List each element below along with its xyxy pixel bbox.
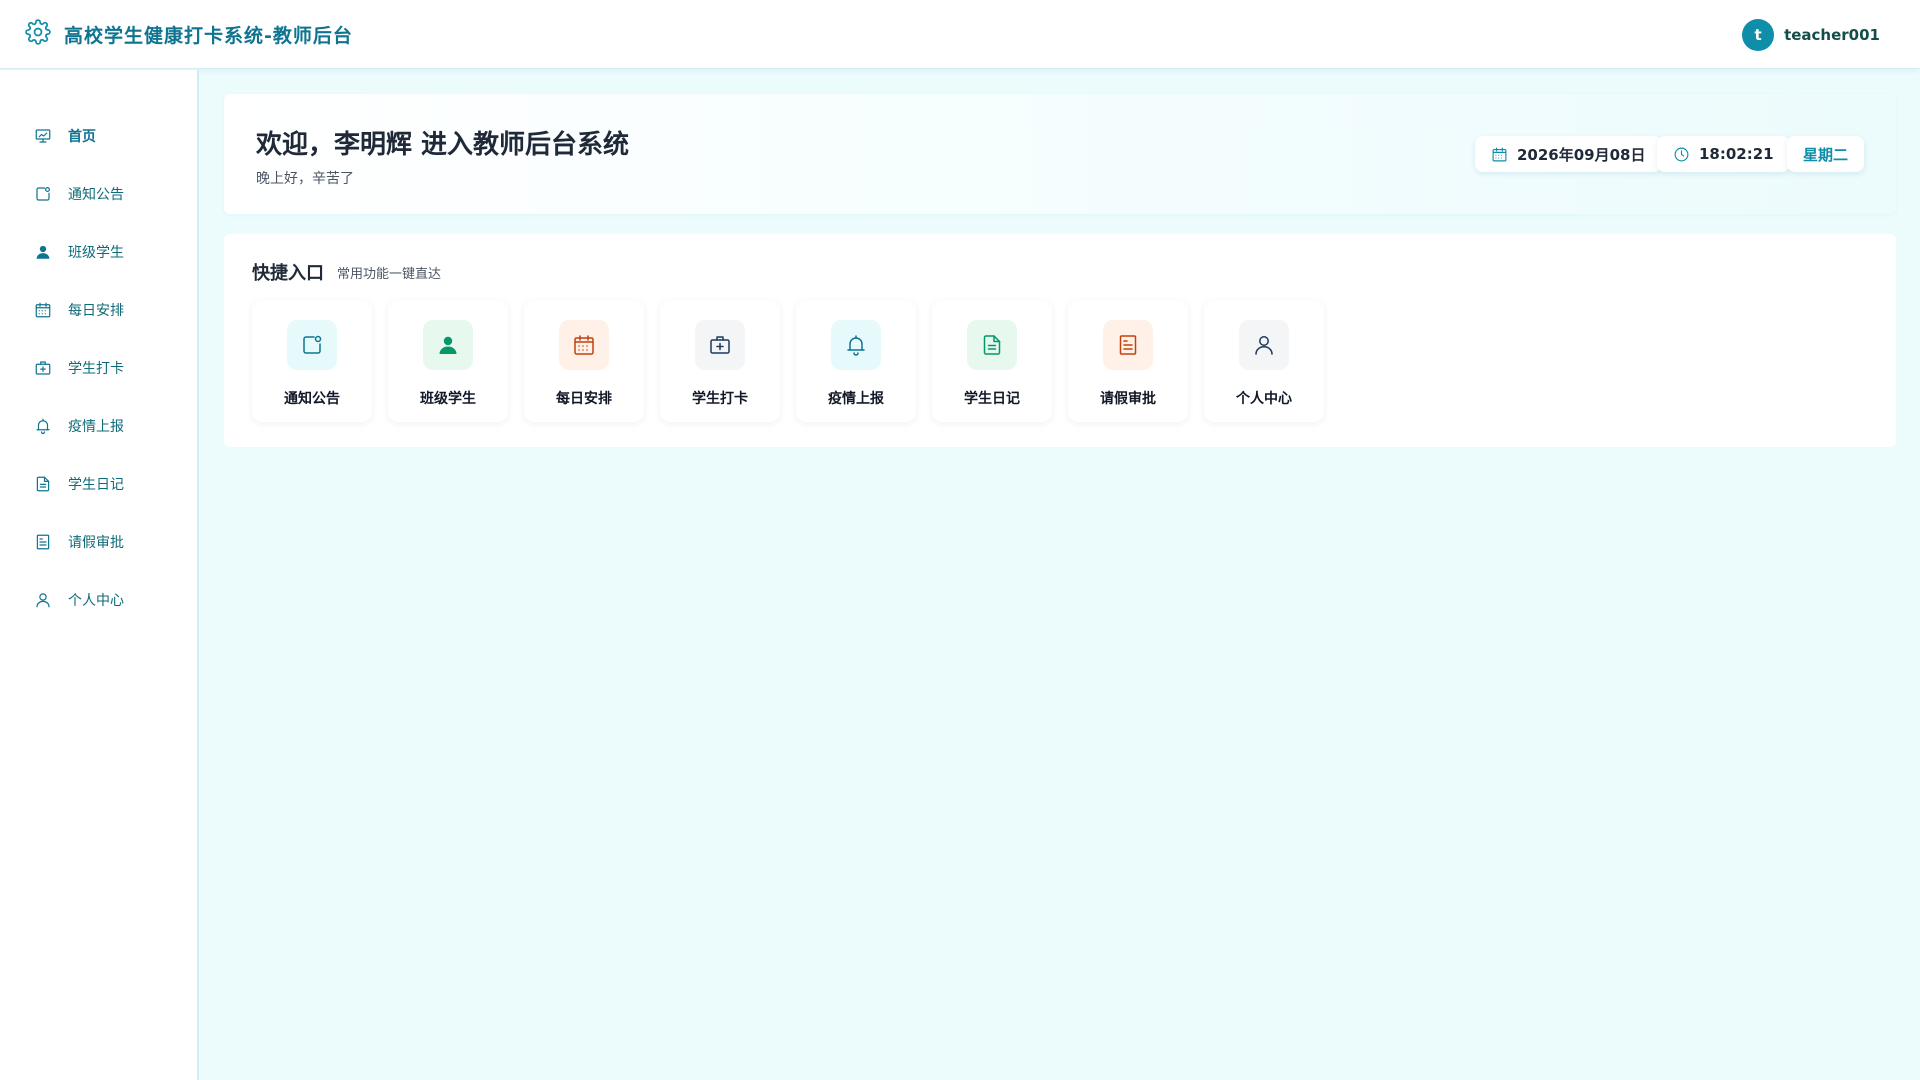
- quick-tile-label: 学生打卡: [692, 391, 748, 407]
- notice-icon: [34, 185, 52, 203]
- welcome-card: 欢迎，李明辉 进入教师后台系统 晚上好，辛苦了 2026年09月08日 18:0…: [224, 94, 1896, 214]
- sidebar-item-checkin[interactable]: 学生打卡: [0, 348, 197, 388]
- sidebar-item-schedule[interactable]: 每日安排: [0, 290, 197, 330]
- quick-tile-profile[interactable]: 个人中心: [1204, 300, 1324, 422]
- user-solid-icon: [34, 243, 52, 261]
- user-solid-icon: [423, 320, 473, 370]
- sidebar-item-label: 通知公告: [68, 187, 124, 203]
- quick-tile-students[interactable]: 班级学生: [388, 300, 508, 422]
- quick-tile-diary[interactable]: 学生日记: [932, 300, 1052, 422]
- bell-icon: [34, 417, 52, 435]
- username[interactable]: teacher001: [1784, 26, 1880, 44]
- first-aid-kit-icon: [695, 320, 745, 370]
- quick-tile-label: 每日安排: [556, 391, 612, 407]
- weekday-badge: 星期二: [1787, 136, 1865, 172]
- quick-tile-checkin[interactable]: 学生打卡: [660, 300, 780, 422]
- sidebar-item-label: 个人中心: [68, 593, 124, 609]
- quick-tile-schedule[interactable]: 每日安排: [524, 300, 644, 422]
- user-icon: [34, 591, 52, 609]
- sidebar-item-label: 学生日记: [68, 477, 124, 493]
- avatar[interactable]: t: [1742, 19, 1775, 51]
- weekday-text: 星期二: [1803, 145, 1849, 164]
- sidebar-item-profile[interactable]: 个人中心: [0, 580, 197, 620]
- sidebar-item-label: 班级学生: [68, 245, 124, 261]
- sidebar-item-notice[interactable]: 通知公告: [0, 174, 197, 214]
- sidebar-item-label: 每日安排: [68, 303, 124, 319]
- bell-icon: [831, 320, 881, 370]
- quick-tile-label: 疫情上报: [828, 391, 884, 407]
- sidebar-item-students[interactable]: 班级学生: [0, 232, 197, 272]
- sidebar-item-leave-approval[interactable]: 请假审批: [0, 522, 197, 562]
- time-badge: 18:02:21: [1657, 136, 1790, 172]
- date-text: 2026年09月08日: [1517, 145, 1646, 164]
- welcome-subtitle: 晚上好，辛苦了: [256, 171, 354, 187]
- document-icon: [967, 320, 1017, 370]
- quick-access-panel: 快捷入口 常用功能一键直达 通知公告 班级学生 每日安排 学生打卡 疫情上报 学…: [224, 234, 1896, 447]
- sidebar-item-label: 疫情上报: [68, 419, 124, 435]
- tickets-icon: [1103, 320, 1153, 370]
- sidebar-item-label: 学生打卡: [68, 361, 124, 377]
- tickets-icon: [34, 533, 52, 551]
- app-title: 高校学生健康打卡系统-教师后台: [64, 24, 353, 47]
- quick-tile-notice[interactable]: 通知公告: [252, 300, 372, 422]
- document-icon: [34, 475, 52, 493]
- quick-tile-label: 学生日记: [964, 391, 1020, 407]
- calendar-icon: [34, 301, 52, 319]
- user-menu[interactable]: t teacher001: [1742, 19, 1880, 51]
- quick-access-subtitle: 常用功能一键直达: [337, 267, 442, 282]
- sidebar-item-diary[interactable]: 学生日记: [0, 464, 197, 504]
- sidebar-item-epidemic-report[interactable]: 疫情上报: [0, 406, 197, 446]
- quick-tile-label: 个人中心: [1236, 391, 1292, 407]
- first-aid-kit-icon: [34, 359, 52, 377]
- user-icon: [1239, 320, 1289, 370]
- dashboard-icon: [34, 127, 52, 145]
- quick-tile-label: 班级学生: [420, 391, 476, 407]
- brand[interactable]: 高校学生健康打卡系统-教师后台: [25, 19, 353, 49]
- notice-icon: [287, 320, 337, 370]
- welcome-title: 欢迎，李明辉 进入教师后台系统: [256, 130, 630, 160]
- time-text: 18:02:21: [1699, 145, 1774, 163]
- quick-tile-label: 请假审批: [1100, 391, 1156, 407]
- sidebar: 首页 通知公告 班级学生 每日安排 学生打卡 疫情上报 学生日记 请假审批 个人…: [0, 70, 199, 1080]
- quick-tile-leave-approval[interactable]: 请假审批: [1068, 300, 1188, 422]
- date-badge: 2026年09月08日: [1475, 136, 1662, 172]
- quick-tile-epidemic-report[interactable]: 疫情上报: [796, 300, 916, 422]
- top-header: 高校学生健康打卡系统-教师后台 t teacher001: [0, 0, 1920, 69]
- quick-access-title: 快捷入口: [252, 263, 324, 284]
- calendar-icon: [559, 320, 609, 370]
- sidebar-item-home[interactable]: 首页: [0, 116, 197, 156]
- quick-tile-label: 通知公告: [284, 391, 340, 407]
- calendar-icon: [1492, 147, 1507, 161]
- sidebar-item-label: 请假审批: [68, 535, 124, 551]
- gear-icon: [25, 19, 51, 49]
- clock-icon: [1674, 147, 1689, 161]
- sidebar-item-label: 首页: [68, 129, 96, 145]
